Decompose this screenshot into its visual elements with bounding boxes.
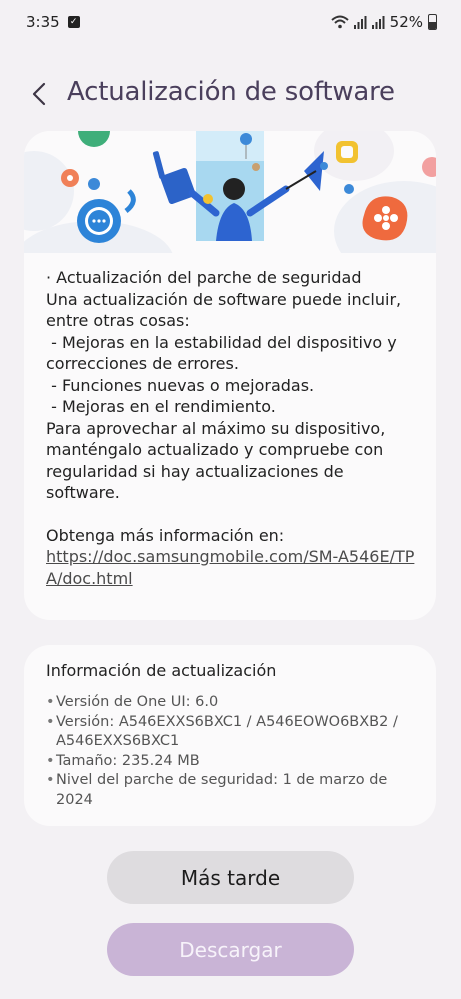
- info-item-security-patch: Nivel del parche de seguridad: 1 de marz…: [46, 771, 416, 810]
- more-info-label: Obtenga más información en:: [46, 525, 285, 545]
- note-line: · Actualización del parche de seguridad: [46, 268, 362, 287]
- download-button[interactable]: Descargar: [107, 923, 354, 976]
- status-right: 52%: [330, 13, 437, 31]
- note-line: Una actualización de software puede incl…: [46, 289, 407, 331]
- check-notification-icon: ✓: [67, 16, 80, 28]
- page-title: Actualización de software: [67, 77, 395, 107]
- note-line: Para aprovechar al máximo su dispositivo…: [46, 418, 391, 503]
- header: Actualización de software: [0, 72, 461, 116]
- back-button[interactable]: [28, 80, 50, 108]
- update-info-title: Información de actualización: [46, 661, 277, 680]
- more-info-link[interactable]: https://doc.samsungmobile.com/SM-A546E/T…: [46, 546, 416, 589]
- update-info-card: Información de actualización Versión de …: [24, 645, 436, 826]
- signal-icon: [353, 16, 367, 29]
- release-notes: · Actualización del parche de seguridad …: [24, 253, 436, 589]
- hero-illustration: [24, 131, 436, 253]
- release-notes-card: · Actualización del parche de seguridad …: [24, 131, 436, 620]
- status-bar: 3:35 ✓ 52%: [0, 0, 461, 44]
- update-info-list: Versión de One UI: 6.0 Versión: A546EXXS…: [46, 693, 416, 810]
- info-item-one-ui-version: Versión de One UI: 6.0: [46, 693, 416, 713]
- note-line: - Mejoras en la estabilidad del disposit…: [46, 332, 402, 374]
- status-time: 3:35: [26, 13, 60, 31]
- wifi-icon: [330, 15, 349, 29]
- chevron-left-icon: [32, 82, 46, 106]
- info-item-version: Versión: A546EXXS6BXC1 / A546EOWO6BXB2 /…: [46, 713, 416, 752]
- status-left: 3:35 ✓: [26, 13, 80, 31]
- update-illustration: [24, 131, 436, 253]
- later-button[interactable]: Más tarde: [107, 851, 354, 904]
- note-line: - Funciones nuevas o mejoradas.: [46, 375, 315, 395]
- info-item-size: Tamaño: 235.24 MB: [46, 752, 416, 772]
- note-line: - Mejoras en el rendimiento.: [46, 397, 276, 416]
- battery-icon: [428, 14, 437, 30]
- battery-percent: 52%: [389, 13, 423, 31]
- signal-icon: [371, 16, 385, 29]
